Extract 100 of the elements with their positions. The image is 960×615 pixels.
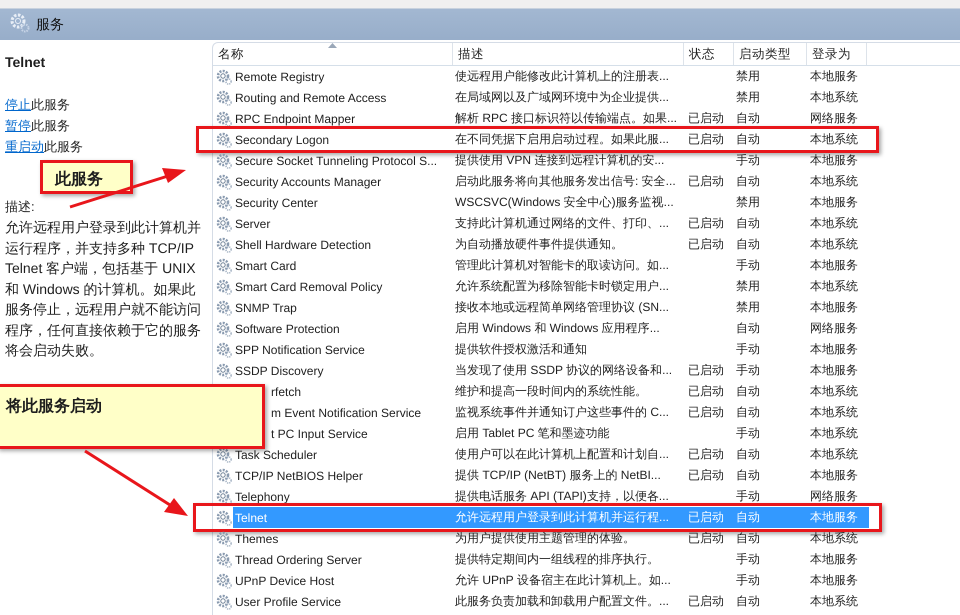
column-header[interactable]: 启动类型 (734, 43, 807, 65)
table-cell: 本地系统 (810, 384, 858, 398)
table-row[interactable]: TCP/IP NetBIOS Helper 提供 TCP/IP (NetBT) 服务上的 NetBI... 已启动 自动 本地服务 (233, 465, 869, 486)
column-header[interactable]: 名称 (213, 43, 453, 65)
table-row[interactable]: m Event Notification Service 监视系统事件并通知订户这些事件的 C... 已启动 自动 本地系统 (269, 402, 869, 423)
gear-icon (216, 320, 232, 336)
table-row[interactable]: Remote Registry 使远程用户能修改此计算机上的注册表... 禁用 本地服务 (233, 66, 869, 87)
gear-icon (216, 362, 232, 378)
table-cell: 本地系统 (810, 447, 858, 461)
table-cell: 自动 (736, 216, 760, 230)
table-cell: 接收本地或远程简单网络管理协议 (SN... (455, 300, 670, 314)
table-cell: 在局域网以及广域网环境中为企业提供... (455, 90, 670, 104)
gear-icon (216, 216, 232, 232)
table-cell: 手动 (736, 153, 760, 167)
table-row[interactable]: Thread Ordering Server 提供特定期间内一组线程的排序执行。 手动 本地服务 (233, 549, 869, 570)
table-row[interactable]: Security Accounts Manager 启动此服务将向其他服务发出信号: 安全... 已启动 自动 本地系统 (233, 171, 869, 192)
action-link[interactable]: 停止 (5, 97, 31, 112)
table-cell: 禁用 (736, 90, 760, 104)
table-cell: 本地服务 (810, 153, 858, 167)
action-link[interactable]: 重启动 (5, 139, 44, 154)
table-cell: 允许系统配置为移除智能卡时锁定用户... (455, 279, 670, 293)
table-row[interactable]: Task Scheduler 使用户可以在此计算机上配置和计划自... 已启动 自动 本地系统 (233, 444, 869, 465)
table-cell: 本地系统 (810, 594, 858, 608)
table-cell: TCP/IP NetBIOS Helper (235, 468, 363, 482)
column-header[interactable]: 登录为 (807, 43, 867, 65)
table-cell: 解析 RPC 接口标识符以传输端点。如果... (455, 111, 678, 125)
gear-icon (216, 68, 232, 84)
action-link[interactable]: 暂停 (5, 118, 31, 133)
table-row[interactable]: SSDP Discovery 当发现了使用 SSDP 协议的网络设备和... 已启动 手动 本地服务 (233, 360, 869, 381)
table-cell: 本地服务 (810, 468, 858, 482)
column-header[interactable]: 状态 (684, 43, 734, 65)
table-cell: 手动 (736, 573, 760, 587)
table-cell: Telnet (235, 510, 268, 524)
table-row[interactable]: t PC Input Service 启用 Tablet PC 笔和墨迹功能 手动 本地系统 (269, 423, 869, 444)
table-row[interactable]: Shell Hardware Detection 为自动播放硬件事件提供通知。 已启动 自动 本地系统 (233, 234, 869, 255)
table-cell: 自动 (736, 468, 760, 482)
table-row[interactable]: Secure Socket Tunneling Protocol S... 提供使用 VPN 连接到远程计算机的安... 手动 本地服务 (233, 150, 869, 171)
table-cell: 网络服务 (810, 111, 858, 125)
table-cell: 为自动播放硬件事件提供通知。 (455, 237, 623, 251)
table-cell: 管理此计算机对智能卡的取读访问。如... (455, 258, 670, 272)
table-cell: 维护和提高一段时间内的系统性能。 (455, 384, 647, 398)
table-cell: 本地系统 (810, 531, 858, 545)
table-row[interactable]: SNMP Trap 接收本地或远程简单网络管理协议 (SN... 禁用 本地服务 (233, 297, 869, 318)
gear-icon (216, 278, 232, 294)
gear-icon (216, 152, 232, 168)
table-cell: 在不同凭据下启用启动过程。如果此服... (455, 132, 670, 146)
action-text: 此服务 (31, 118, 70, 133)
table-row[interactable]: RPC Endpoint Mapper 解析 RPC 接口标识符以传输端点。如果... 已启动 自动 网络服务 (233, 108, 869, 129)
gear-icon (216, 342, 232, 358)
table-row[interactable]: Telephony 提供电话服务 API (TAPI)支持，以便各... 手动 网络服务 (233, 486, 869, 507)
table-cell: 自动 (736, 132, 760, 146)
table-row[interactable]: Smart Card Removal Policy 允许系统配置为移除智能卡时锁定用户... 禁用 本地系统 (233, 276, 869, 297)
table-row[interactable]: User Profile Service 此服务负责加载和卸载用户配置文件。... 已启动 自动 本地系统 (233, 591, 869, 612)
table-cell: Themes (235, 532, 278, 546)
gear-icon (216, 446, 232, 462)
table-row[interactable]: UPnP Device Host 允许 UPnP 设备宿主在此计算机上。如... 手动 本地服务 (233, 570, 869, 591)
table-row[interactable]: Security Center WSCSVC(Windows 安全中心)服务监视... 禁用 本地服务 (233, 192, 869, 213)
table-cell: Security Accounts Manager (235, 174, 382, 188)
table-row[interactable]: Routing and Remote Access 在局域网以及广域网环境中为企业提供... 禁用 本地系统 (233, 87, 869, 108)
table-cell: 手动 (736, 426, 760, 440)
table-cell: 已启动 (688, 594, 724, 608)
gear-icon (216, 468, 232, 484)
table-cell: 禁用 (736, 300, 760, 314)
table-row[interactable]: Themes 为用户提供使用主题管理的体验。 已启动 自动 本地系统 (233, 528, 869, 549)
table-cell: Remote Registry (235, 70, 324, 84)
gear-icon (216, 572, 232, 588)
table-cell: 本地系统 (810, 90, 858, 104)
table-cell: 自动 (736, 510, 760, 524)
table-row[interactable]: Secondary Logon 在不同凭据下启用启动过程。如果此服... 已启动 自动 本地系统 (233, 129, 869, 150)
table-cell: SPP Notification Service (235, 342, 365, 356)
table-cell: 已启动 (688, 363, 724, 377)
table-cell: t PC Input Service (271, 426, 368, 440)
gear-icon (216, 194, 232, 210)
table-cell: 提供软件授权激活和通知 (455, 342, 587, 356)
table-cell: 已启动 (688, 111, 724, 125)
table-row[interactable]: Smart Card 管理此计算机对智能卡的取读访问。如... 手动 本地服务 (233, 255, 869, 276)
table-row[interactable]: rfetch 维护和提高一段时间内的系统性能。 已启动 自动 本地系统 (269, 381, 869, 402)
gear-icon (216, 530, 232, 546)
table-cell: Secure Socket Tunneling Protocol S... (235, 154, 438, 168)
table-cell: Smart Card (235, 258, 296, 272)
table-cell: WSCSVC(Windows 安全中心)服务监视... (455, 195, 674, 209)
table-cell: 本地系统 (810, 132, 858, 146)
column-header[interactable]: 描述 (453, 43, 684, 65)
table-cell: 本地服务 (810, 300, 858, 314)
table-cell: 手动 (736, 342, 760, 356)
gear-icon (216, 110, 232, 126)
table-cell: 本地服务 (810, 342, 858, 356)
table-cell: 本地系统 (810, 174, 858, 188)
table-cell: 本地服务 (810, 552, 858, 566)
table-cell: 已启动 (688, 510, 724, 524)
table-cell: 监视系统事件并通知订户这些事件的 C... (455, 405, 670, 419)
table-row[interactable]: Server 支持此计算机通过网络的文件、打印、... 已启动 自动 本地系统 (233, 213, 869, 234)
table-cell: 手动 (736, 489, 760, 503)
table-row[interactable]: Software Protection 启用 Windows 和 Windows 应用程序... 自动 网络服务 (233, 318, 869, 339)
table-row[interactable]: SPP Notification Service 提供软件授权激活和通知 手动 本地服务 (233, 339, 869, 360)
action-text: 此服务 (31, 97, 70, 112)
description-label: 描述: (5, 198, 36, 216)
table-cell: 已启动 (688, 132, 724, 146)
gear-icon (216, 552, 232, 568)
table-cell: 自动 (736, 594, 760, 608)
